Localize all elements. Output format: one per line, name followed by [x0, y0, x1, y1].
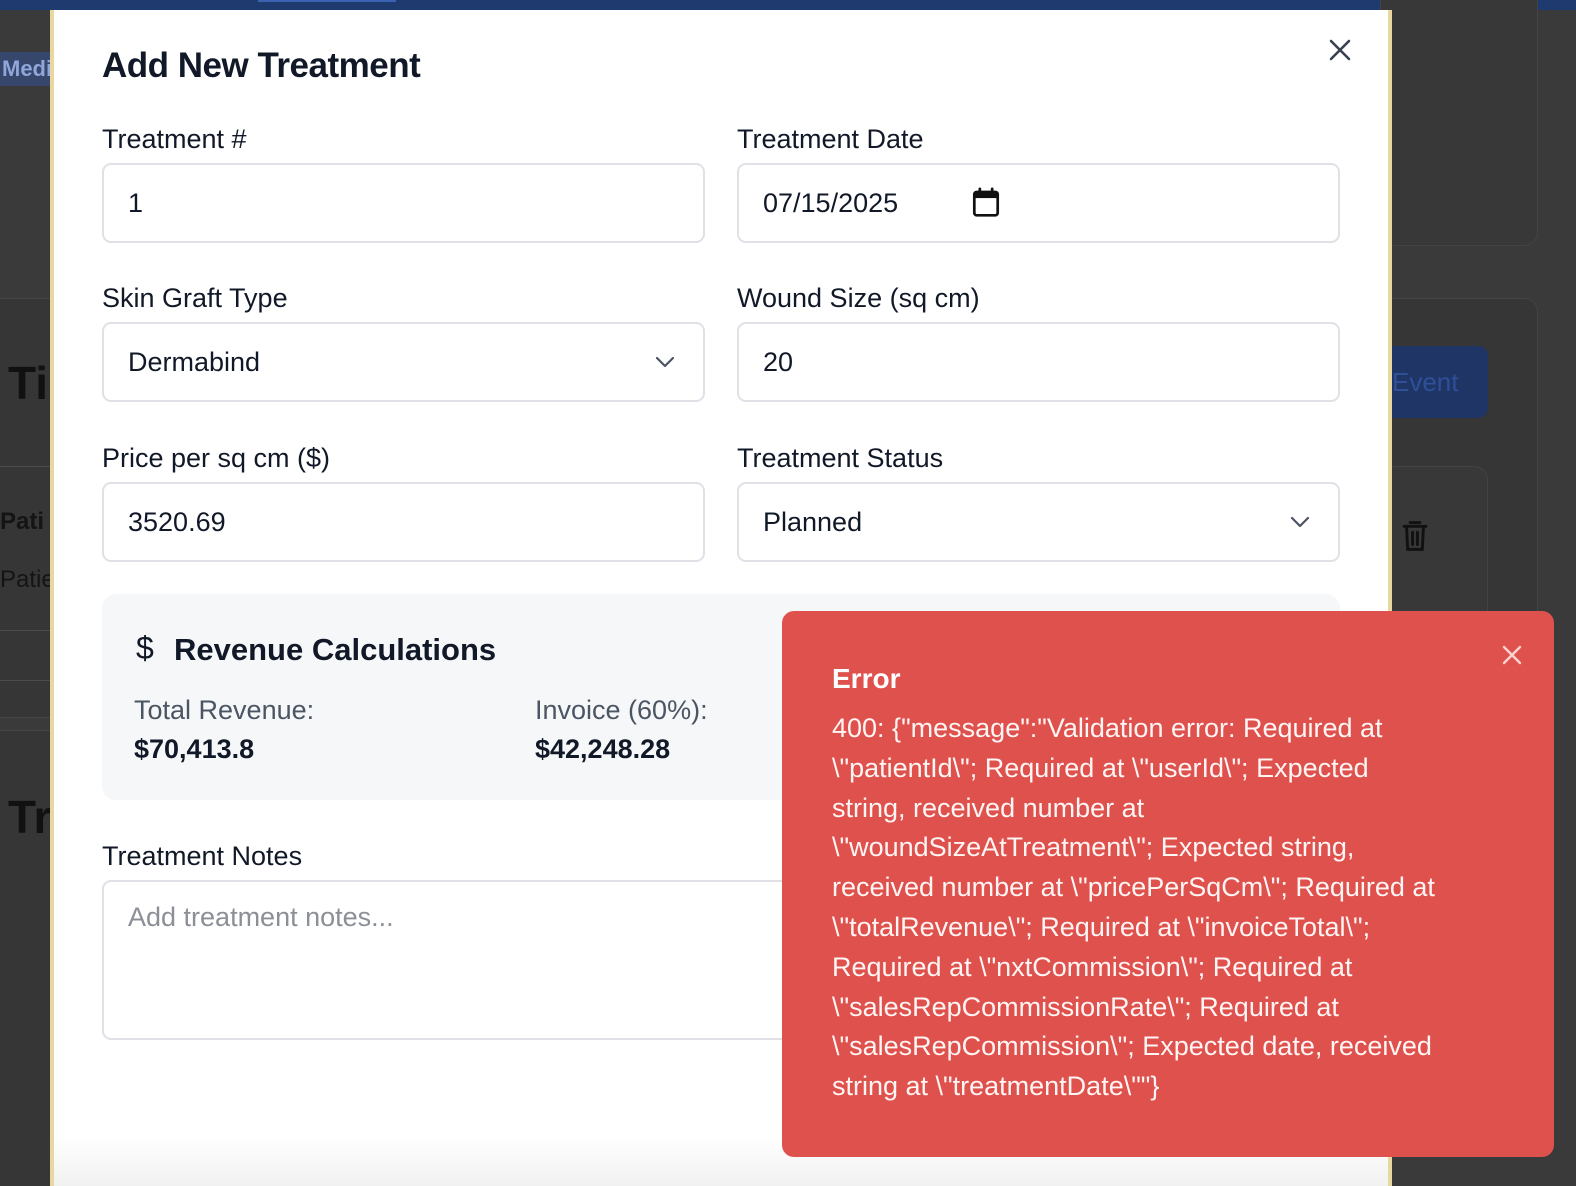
- price-per-sqcm-input[interactable]: 3520.69: [102, 482, 705, 562]
- background-cell: Patie: [0, 566, 52, 593]
- treatment-status-value: Planned: [763, 507, 863, 537]
- chevron-down-icon: [1290, 516, 1310, 528]
- total-revenue-label: Total Revenue:: [134, 695, 315, 725]
- price-per-sqcm-value: 3520.69: [128, 507, 226, 537]
- background-column-header: Pati: [0, 508, 45, 535]
- skin-graft-type-value: Dermabind: [128, 347, 261, 377]
- background-badge: Medica: [0, 52, 56, 86]
- treatment-date-input[interactable]: 07/15/2025: [737, 163, 1340, 243]
- invoice-label: Invoice (60%):: [535, 695, 708, 725]
- background-card: [1380, 0, 1538, 246]
- trash-icon[interactable]: [1400, 519, 1430, 553]
- treatment-status-label: Treatment Status: [737, 443, 944, 473]
- treatment-status-select[interactable]: Planned: [737, 482, 1340, 562]
- price-per-sqcm-label: Price per sq cm ($): [102, 443, 331, 473]
- wound-size-value: 20: [763, 347, 794, 377]
- calendar-icon[interactable]: [971, 187, 1001, 219]
- skin-graft-type-select[interactable]: Dermabind: [102, 322, 705, 402]
- wound-size-input[interactable]: 20: [737, 322, 1340, 402]
- divider: [0, 630, 52, 631]
- treatment-notes-label: Treatment Notes: [102, 841, 303, 871]
- close-icon[interactable]: [1496, 639, 1528, 671]
- revenue-calculations-title: Revenue Calculations: [174, 632, 497, 667]
- skin-graft-type-label: Skin Graft Type: [102, 283, 288, 313]
- treatment-number-label: Treatment #: [102, 124, 247, 154]
- error-message: 400: {"message":"Validation error: Requi…: [832, 713, 1435, 1102]
- background-card-row: [1380, 466, 1488, 626]
- treatment-date-value: 07/15/2025: [763, 188, 899, 218]
- dollar-icon: $: [136, 630, 154, 666]
- add-event-button[interactable]: Event: [1380, 346, 1488, 418]
- divider: [0, 680, 52, 681]
- error-toast: Error 400: {"message":"Validation error:…: [782, 611, 1554, 1157]
- treatment-number-value: 1: [128, 188, 144, 218]
- treatment-number-input[interactable]: 1: [102, 163, 705, 243]
- top-bar-tab-indicator: [258, 0, 396, 2]
- treatment-notes-placeholder: Add treatment notes...: [128, 902, 394, 932]
- error-title: Error: [832, 663, 901, 694]
- treatment-date-label: Treatment Date: [737, 124, 924, 154]
- invoice-value: $42,248.28: [535, 734, 671, 764]
- modal-title: Add New Treatment: [102, 46, 421, 85]
- total-revenue-value: $70,413.8: [134, 734, 255, 764]
- close-icon[interactable]: [1322, 32, 1358, 68]
- divider: [0, 466, 52, 467]
- app-top-bar: [0, 0, 1576, 10]
- wound-size-label: Wound Size (sq cm): [737, 283, 980, 313]
- chevron-down-icon: [655, 356, 675, 368]
